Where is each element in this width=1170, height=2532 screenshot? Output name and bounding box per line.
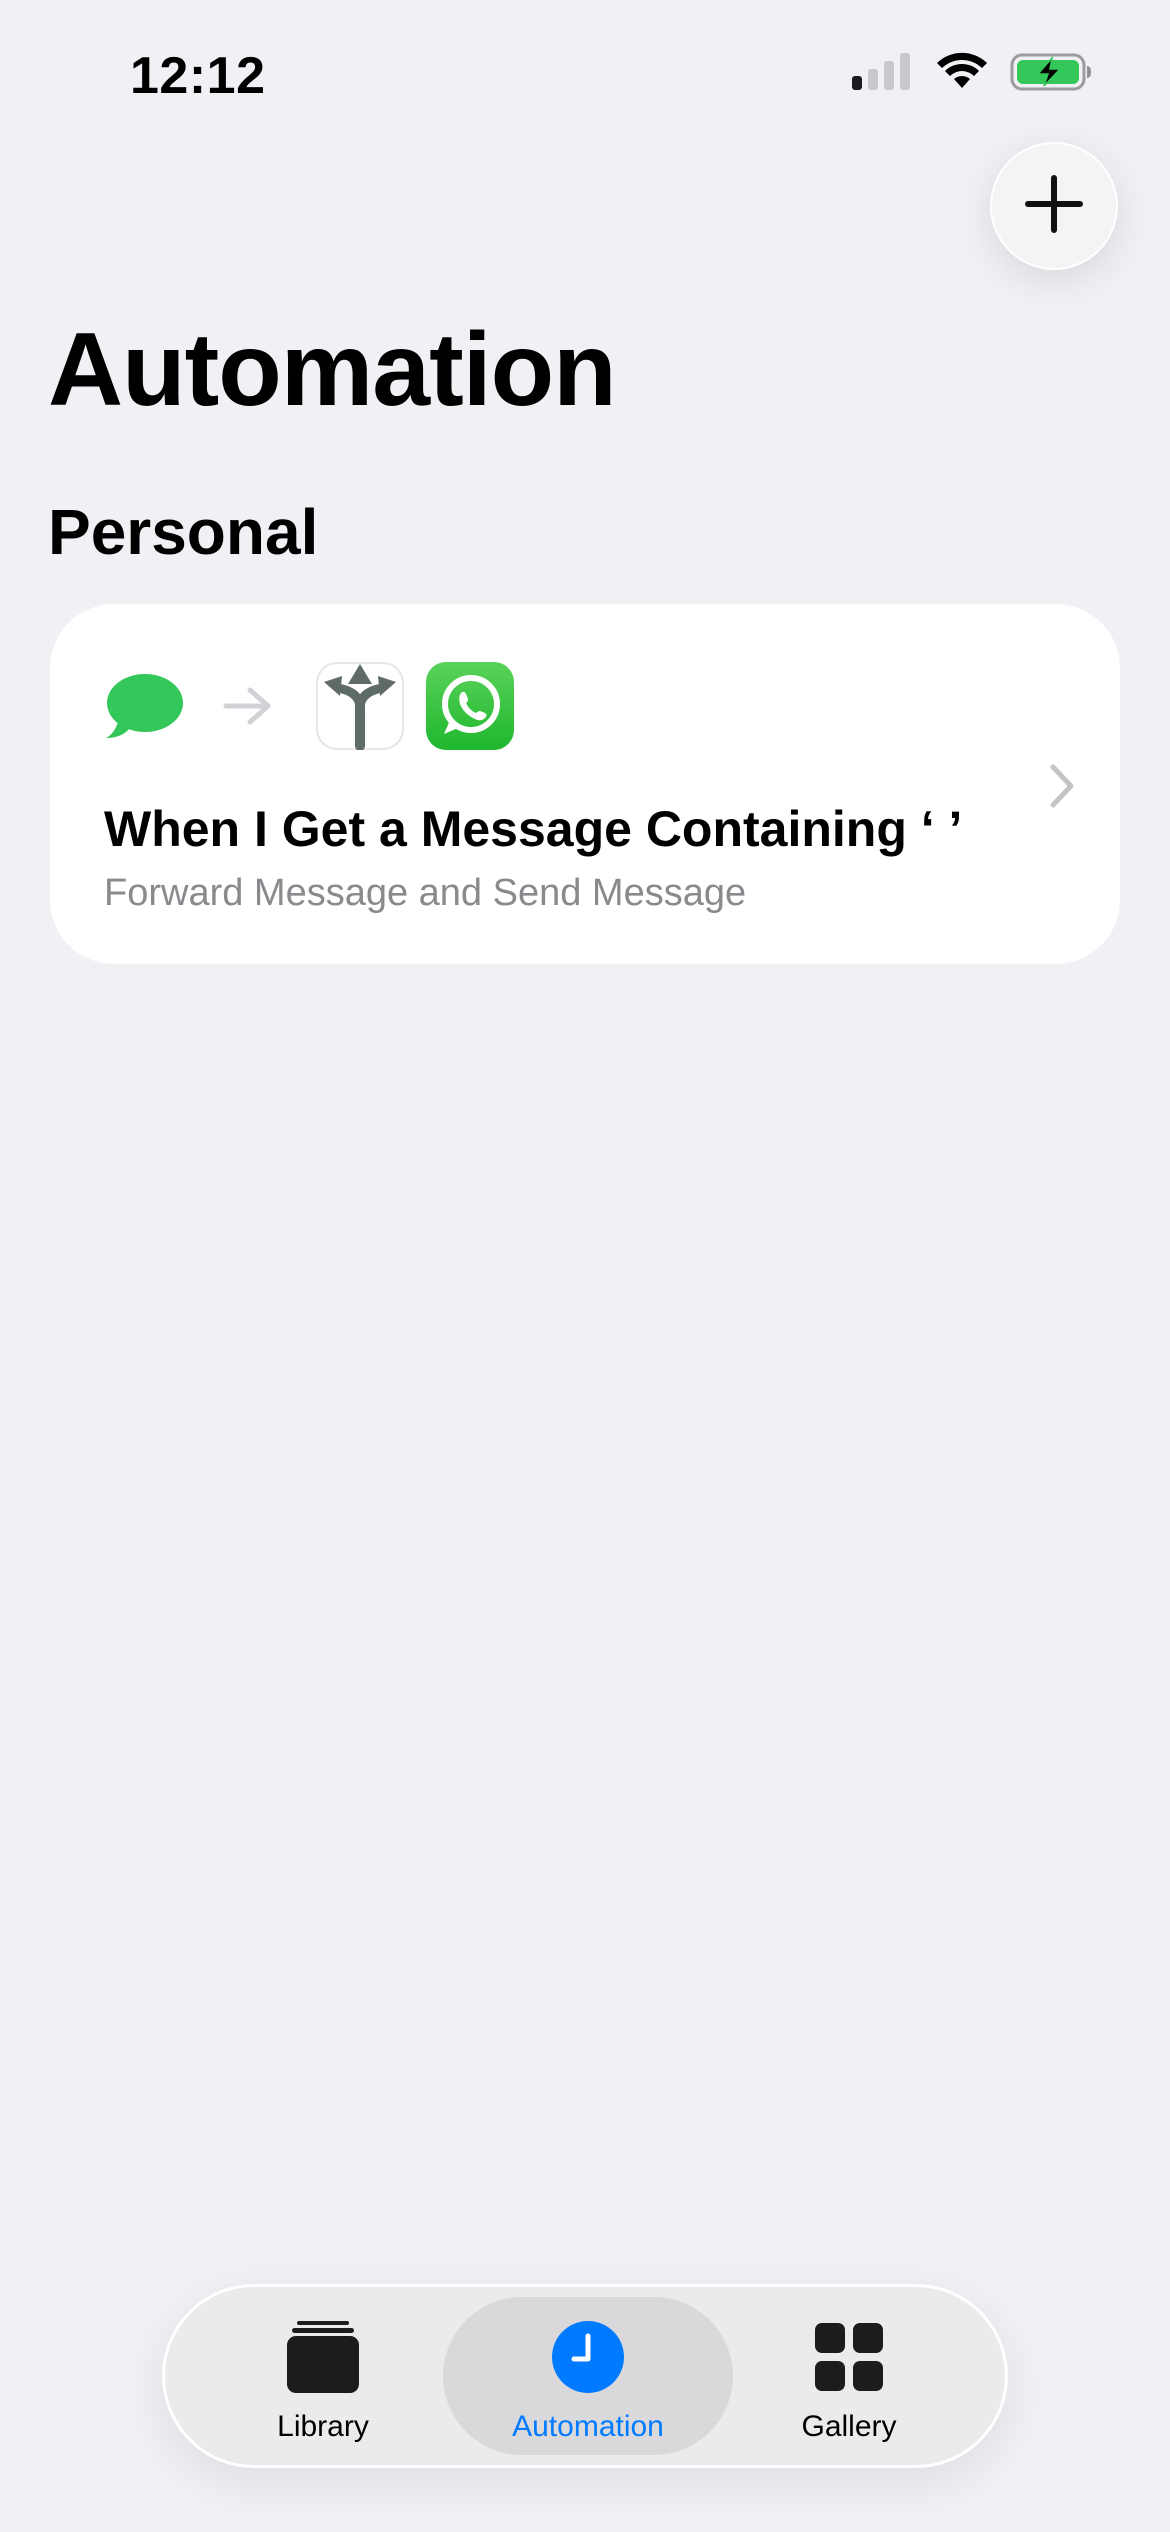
automation-card[interactable]: When I Get a Message Containing ‘ ’ Forw…: [50, 604, 1120, 964]
automation-card-icons: [104, 662, 514, 755]
whatsapp-icon: [426, 662, 514, 755]
battery-charging-icon: [1010, 52, 1092, 97]
section-title-personal: Personal: [48, 496, 319, 568]
library-stack-icon: [285, 2319, 361, 2400]
cellular-signal-icon: [852, 52, 914, 97]
page-title: Automation: [48, 312, 617, 428]
tab-automation-label: Automation: [512, 2410, 664, 2443]
messages-icon: [104, 670, 184, 747]
plus-icon: [1024, 174, 1084, 239]
tab-library-label: Library: [277, 2410, 369, 2443]
tab-bar: Library Automation Gallery: [162, 2284, 1008, 2468]
tab-gallery[interactable]: Gallery: [751, 2297, 947, 2455]
wifi-icon: [936, 52, 988, 97]
split-arrow-shortcut-icon: [316, 662, 404, 755]
grid-icon: [811, 2319, 887, 2400]
automation-subtitle: Forward Message and Send Message: [104, 872, 747, 914]
tab-library[interactable]: Library: [225, 2297, 421, 2455]
clock-icon: [550, 2319, 626, 2400]
status-icons: [852, 52, 1092, 97]
arrow-right-icon: [222, 684, 274, 733]
add-automation-button[interactable]: [990, 142, 1118, 270]
tab-gallery-label: Gallery: [801, 2410, 897, 2443]
chevron-right-icon: [1048, 762, 1076, 815]
status-time: 12:12: [130, 47, 266, 105]
automation-title: When I Get a Message Containing ‘ ’: [104, 801, 963, 857]
tab-automation[interactable]: Automation: [443, 2297, 733, 2455]
